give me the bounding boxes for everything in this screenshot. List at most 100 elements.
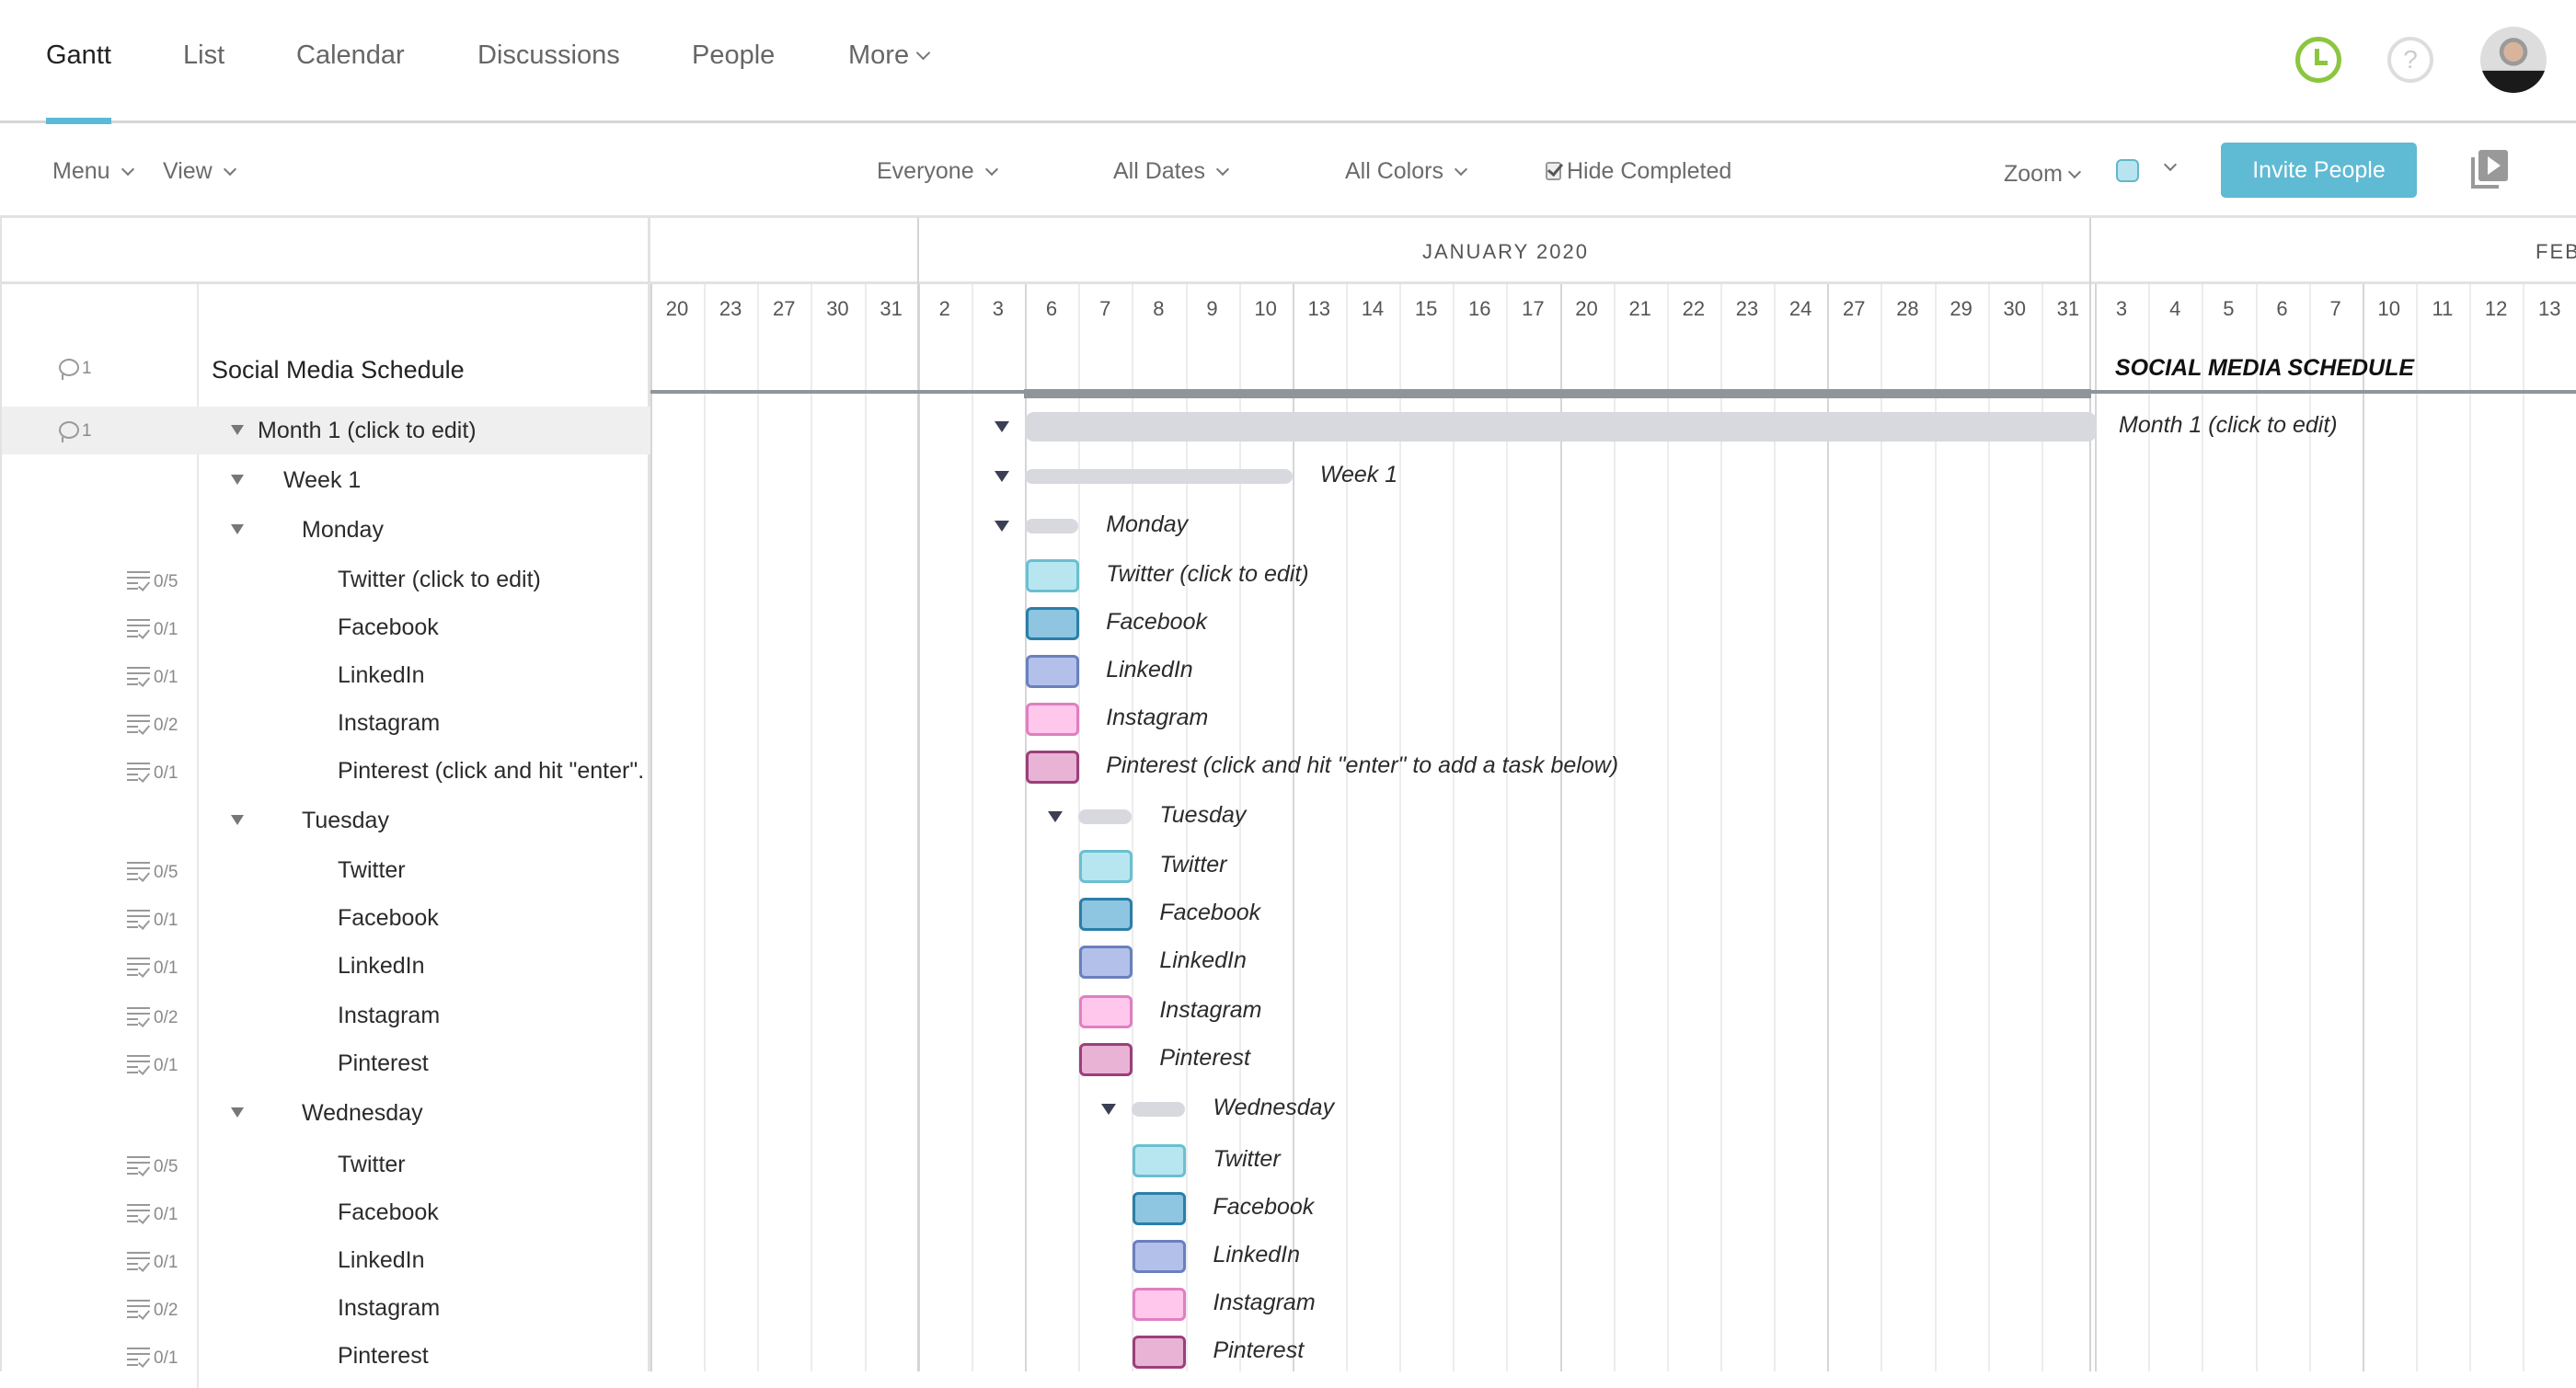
checklist-count[interactable]: 0/1	[127, 616, 178, 640]
task-row[interactable]: 0/5 Twitter	[2, 846, 650, 894]
group-bar[interactable]	[1025, 412, 2098, 442]
group-bar[interactable]	[1078, 809, 1133, 824]
project-row[interactable]: 1 Social Media Schedule	[2, 345, 650, 393]
checklist-count[interactable]: 0/1	[127, 955, 178, 979]
collapse-toggle-icon[interactable]	[995, 471, 1010, 482]
task-bar-pinterest[interactable]	[1133, 1336, 1187, 1369]
checklist-count[interactable]: 0/2	[127, 1004, 178, 1028]
group-bar[interactable]	[1132, 1102, 1186, 1117]
task-row[interactable]: 0/2 Instagram	[2, 1284, 650, 1332]
task-row[interactable]: 0/1 LinkedIn	[2, 1236, 650, 1284]
task-row[interactable]: 0/1 Facebook	[2, 603, 650, 651]
task-bar-pinterest[interactable]	[1026, 751, 1080, 784]
task-bar-instagram[interactable]	[1133, 1288, 1187, 1321]
checklist-count[interactable]: 0/5	[127, 1153, 178, 1177]
collapse-toggle-icon[interactable]	[231, 1107, 244, 1118]
colors-filter[interactable]: All Colors	[1345, 158, 1468, 185]
tab-people[interactable]: People	[692, 40, 775, 71]
dates-filter[interactable]: All Dates	[1113, 158, 1230, 185]
project-name[interactable]: Social Media Schedule	[212, 356, 465, 384]
task-bar-facebook[interactable]	[1079, 898, 1133, 931]
comment-count[interactable]: 1	[59, 356, 92, 380]
task-label[interactable]: Pinterest (click and hit "enter".	[338, 758, 644, 785]
zoom-dropdown[interactable]: Zoom	[2004, 161, 2081, 188]
task-bar-linkedin[interactable]	[1133, 1240, 1187, 1273]
collapse-toggle-icon[interactable]	[995, 521, 1010, 532]
task-label[interactable]: LinkedIn	[338, 1247, 425, 1274]
group-row[interactable]: Wednesday	[2, 1089, 650, 1137]
checkbox-checked-icon[interactable]	[1546, 162, 1561, 180]
task-row[interactable]: 0/5 Twitter (click to edit)	[2, 556, 650, 603]
task-label[interactable]: Facebook	[338, 614, 439, 641]
presentation-icon[interactable]	[2471, 150, 2510, 189]
task-bar-linkedin[interactable]	[1026, 655, 1080, 688]
checklist-count[interactable]: 0/1	[127, 1052, 178, 1076]
task-label[interactable]: Twitter (click to edit)	[338, 567, 541, 593]
menu-dropdown[interactable]: Menu	[52, 158, 134, 185]
group-label[interactable]: Monday	[302, 517, 384, 544]
checklist-count[interactable]: 0/1	[127, 1201, 178, 1225]
task-row[interactable]: 0/1 Pinterest (click and hit "enter".	[2, 747, 650, 795]
group-label[interactable]: Tuesday	[302, 808, 389, 834]
collapse-toggle-icon[interactable]	[231, 815, 244, 825]
task-row[interactable]: 0/1 Facebook	[2, 894, 650, 942]
collapse-toggle-icon[interactable]	[1048, 811, 1064, 822]
task-label[interactable]: Twitter	[338, 857, 406, 884]
collapse-toggle-icon[interactable]	[231, 425, 244, 435]
group-row[interactable]: Tuesday	[2, 797, 650, 844]
collapse-toggle-icon[interactable]	[1101, 1104, 1117, 1115]
checklist-count[interactable]: 0/2	[127, 1297, 178, 1321]
help-icon[interactable]: ?	[2387, 37, 2433, 83]
task-row[interactable]: 0/1 LinkedIn	[2, 651, 650, 699]
task-row[interactable]: 0/1 Pinterest	[2, 1039, 650, 1087]
task-bar-twitter[interactable]	[1079, 850, 1133, 883]
color-picker-dropdown[interactable]	[2153, 154, 2178, 180]
task-label[interactable]: Facebook	[338, 1199, 439, 1226]
collapse-toggle-icon[interactable]	[995, 421, 1010, 432]
group-label[interactable]: Week 1	[283, 467, 361, 494]
invite-people-button[interactable]: Invite People	[2221, 143, 2417, 198]
task-bar-instagram[interactable]	[1079, 995, 1133, 1028]
task-bar-linkedin[interactable]	[1079, 946, 1133, 979]
group-bar[interactable]	[1025, 519, 1079, 533]
collapse-toggle-icon[interactable]	[231, 524, 244, 534]
task-label[interactable]: Instagram	[338, 1295, 440, 1322]
clock-icon[interactable]	[2295, 37, 2341, 83]
collapse-toggle-icon[interactable]	[231, 475, 244, 485]
avatar[interactable]	[2480, 27, 2547, 93]
task-row[interactable]: 0/5 Twitter	[2, 1141, 650, 1188]
tab-list[interactable]: List	[183, 40, 224, 71]
task-bar-twitter[interactable]	[1133, 1144, 1187, 1177]
group-label[interactable]: Month 1 (click to edit)	[258, 418, 477, 444]
task-label[interactable]: Pinterest	[338, 1050, 429, 1077]
comment-count[interactable]: 1	[59, 419, 92, 442]
task-bar-twitter[interactable]	[1026, 559, 1080, 592]
tab-gantt[interactable]: Gantt	[46, 40, 111, 71]
checklist-count[interactable]: 0/1	[127, 1249, 178, 1273]
group-row[interactable]: Monday	[2, 506, 650, 554]
task-bar-instagram[interactable]	[1026, 703, 1080, 736]
task-bar-facebook[interactable]	[1133, 1192, 1187, 1225]
task-label[interactable]: Instagram	[338, 1003, 440, 1029]
group-row[interactable]: Week 1	[2, 456, 650, 504]
checklist-count[interactable]: 0/5	[127, 568, 178, 592]
group-row[interactable]: 1 Month 1 (click to edit)	[2, 407, 650, 454]
task-label[interactable]: LinkedIn	[338, 662, 425, 689]
tab-discussions[interactable]: Discussions	[477, 40, 620, 71]
checklist-count[interactable]: 0/1	[127, 760, 178, 784]
task-label[interactable]: Pinterest	[338, 1343, 429, 1370]
task-label[interactable]: Twitter	[338, 1152, 406, 1178]
task-row[interactable]: 0/2 Instagram	[2, 992, 650, 1039]
tab-calendar[interactable]: Calendar	[296, 40, 405, 71]
checklist-count[interactable]: 0/2	[127, 712, 178, 736]
task-row[interactable]: 0/1 Facebook	[2, 1188, 650, 1236]
task-label[interactable]: LinkedIn	[338, 953, 425, 980]
checklist-count[interactable]: 0/1	[127, 664, 178, 688]
task-row[interactable]: 0/1 LinkedIn	[2, 942, 650, 990]
hide-completed-toggle[interactable]: Hide Completed	[1546, 158, 1731, 185]
task-bar-facebook[interactable]	[1026, 607, 1080, 640]
view-dropdown[interactable]: View	[163, 158, 236, 185]
tab-more[interactable]: More	[848, 40, 931, 71]
task-bar-pinterest[interactable]	[1079, 1043, 1133, 1076]
checklist-count[interactable]: 0/1	[127, 907, 178, 931]
